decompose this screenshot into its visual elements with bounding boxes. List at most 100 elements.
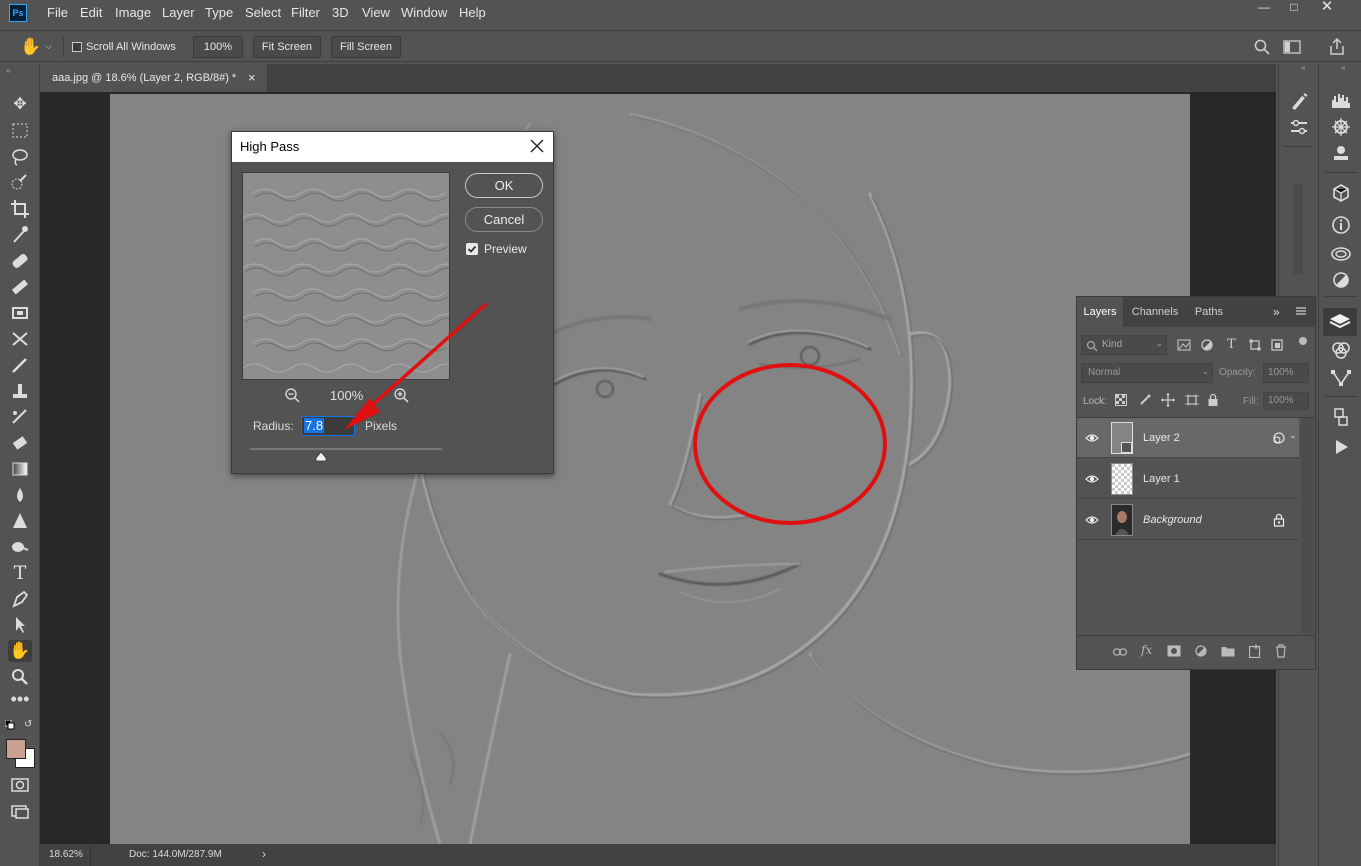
new-group-icon[interactable]: [1221, 645, 1235, 657]
filter-pixel-icon[interactable]: [1177, 339, 1191, 351]
history-icon[interactable]: [1329, 406, 1353, 428]
fit-screen-button[interactable]: Fit Screen: [253, 36, 321, 58]
3d-icon[interactable]: [1329, 182, 1353, 204]
smart-filter-icon[interactable]: [1273, 432, 1285, 444]
lock-artboard-icon[interactable]: [1185, 394, 1199, 406]
hand-tool-icon[interactable]: ✋: [8, 640, 32, 662]
foreground-color-swatch[interactable]: [6, 739, 26, 759]
stamp-tool-icon[interactable]: [8, 380, 32, 402]
new-layer-icon[interactable]: [1249, 644, 1261, 658]
lock-transparent-icon[interactable]: [1115, 394, 1127, 406]
panel-menu-icon[interactable]: [1295, 305, 1307, 317]
actions-play-icon[interactable]: [1329, 436, 1353, 458]
fill-screen-button[interactable]: Fill Screen: [331, 36, 401, 58]
layers-scrollbar[interactable]: [1301, 418, 1313, 634]
ok-button[interactable]: OK: [465, 173, 543, 198]
fill-input[interactable]: 100%: [1263, 392, 1309, 410]
restore-icon[interactable]: □: [1279, 0, 1309, 16]
status-menu-arrow-icon[interactable]: ›: [262, 847, 266, 861]
opacity-input[interactable]: 100%: [1263, 363, 1309, 383]
clone-stamp-tool-icon[interactable]: [8, 302, 32, 324]
layer-name[interactable]: Background: [1143, 500, 1202, 540]
visibility-eye-icon[interactable]: [1085, 513, 1099, 527]
visibility-eye-icon[interactable]: [1085, 431, 1099, 445]
layer-name[interactable]: Layer 2: [1143, 418, 1180, 458]
document-tab[interactable]: aaa.jpg @ 18.6% (Layer 2, RGB/8#) * ×: [40, 64, 267, 92]
sharpen-tool-icon[interactable]: [8, 510, 32, 532]
tab-paths[interactable]: Paths: [1187, 297, 1231, 327]
layer-thumbnail[interactable]: [1111, 463, 1133, 495]
menu-type[interactable]: Type: [205, 5, 233, 20]
preview-checkbox[interactable]: [466, 243, 478, 255]
lasso-tool-icon[interactable]: [8, 146, 32, 168]
menu-window[interactable]: Window: [401, 5, 447, 20]
radius-slider-track[interactable]: [250, 448, 442, 450]
menu-edit[interactable]: Edit: [80, 5, 102, 20]
layer-filter-select[interactable]: Kind ⌄: [1081, 335, 1167, 355]
tab-layers[interactable]: Layers: [1077, 297, 1123, 327]
menu-view[interactable]: View: [362, 5, 390, 20]
fx-icon[interactable]: fx: [1141, 643, 1152, 657]
eraser-tool-icon[interactable]: [8, 432, 32, 454]
workspace-icon[interactable]: [1283, 39, 1301, 55]
paths-icon[interactable]: [1329, 366, 1353, 388]
layer-name[interactable]: Layer 1: [1143, 459, 1180, 499]
pencil-tool-icon[interactable]: [8, 354, 32, 376]
minimize-icon[interactable]: —: [1249, 0, 1279, 16]
cancel-button[interactable]: Cancel: [465, 207, 543, 232]
menu-3d[interactable]: 3D: [332, 5, 349, 20]
brush-settings-icon[interactable]: [1287, 90, 1311, 112]
collapse-icon[interactable]: »: [6, 66, 10, 75]
more-tools-icon[interactable]: •••: [8, 690, 32, 714]
dialog-close-icon[interactable]: [529, 138, 545, 154]
layer-row-layer-1[interactable]: Layer 1: [1077, 459, 1299, 499]
filter-adjustment-icon[interactable]: [1201, 339, 1213, 351]
radius-slider-thumb[interactable]: [315, 452, 327, 462]
dialog-titlebar[interactable]: High Pass: [232, 132, 553, 162]
filter-smart-object-icon[interactable]: [1271, 339, 1283, 351]
info-icon[interactable]: [1329, 214, 1353, 236]
new-adjustment-layer-icon[interactable]: [1195, 645, 1207, 657]
screen-mode-icon[interactable]: [8, 800, 32, 822]
type-tool-icon[interactable]: T: [8, 562, 32, 584]
tab-close-icon[interactable]: ×: [248, 64, 256, 92]
pen-tool-icon[interactable]: [8, 588, 32, 610]
move-tool-icon[interactable]: ✥: [8, 94, 32, 116]
menu-filter[interactable]: Filter: [291, 5, 320, 20]
channels-icon[interactable]: [1329, 339, 1353, 361]
delete-layer-icon[interactable]: [1275, 644, 1287, 658]
crop-tool-icon[interactable]: [8, 198, 32, 220]
chevron-down-icon[interactable]: ⌄: [1289, 430, 1297, 441]
lock-position-icon[interactable]: [1161, 393, 1175, 407]
histogram-icon[interactable]: [1329, 90, 1353, 112]
filter-type-icon[interactable]: T: [1227, 337, 1236, 352]
menu-file[interactable]: File: [47, 5, 68, 20]
filter-shape-icon[interactable]: [1249, 339, 1261, 351]
layer-row-background[interactable]: Background: [1077, 500, 1299, 540]
filter-toggle[interactable]: [1299, 337, 1307, 345]
brush-tool-icon[interactable]: [8, 276, 32, 298]
status-zoom[interactable]: 18.62%: [49, 849, 83, 860]
scroll-all-windows-checkbox[interactable]: [72, 42, 82, 52]
libraries-icon[interactable]: [1329, 242, 1353, 264]
history-brush-tool-icon[interactable]: [8, 328, 32, 350]
menu-select[interactable]: Select: [245, 5, 281, 20]
close-icon[interactable]: ✕: [1312, 0, 1342, 16]
quick-selection-tool-icon[interactable]: [8, 172, 32, 194]
search-icon[interactable]: [1253, 38, 1271, 56]
clone-source-icon[interactable]: [1329, 142, 1353, 164]
eyedropper-tool-icon[interactable]: [8, 224, 32, 246]
visibility-eye-icon[interactable]: [1085, 472, 1099, 486]
blend-mode-select[interactable]: Normal ⌄: [1081, 363, 1213, 383]
brushes-presets-icon[interactable]: [1287, 116, 1311, 138]
navigator-icon[interactable]: [1329, 116, 1353, 138]
tab-channels[interactable]: Channels: [1125, 297, 1185, 327]
adjustments-icon[interactable]: [1329, 269, 1353, 291]
collapse-icon[interactable]: «: [1301, 63, 1305, 72]
add-mask-icon[interactable]: [1167, 645, 1181, 657]
layers-panel-icon[interactable]: [1323, 308, 1357, 336]
share-icon[interactable]: [1327, 37, 1347, 57]
healing-brush-tool-icon[interactable]: [8, 250, 32, 272]
menu-layer[interactable]: Layer: [162, 5, 195, 20]
lock-pixels-icon[interactable]: [1139, 394, 1151, 406]
